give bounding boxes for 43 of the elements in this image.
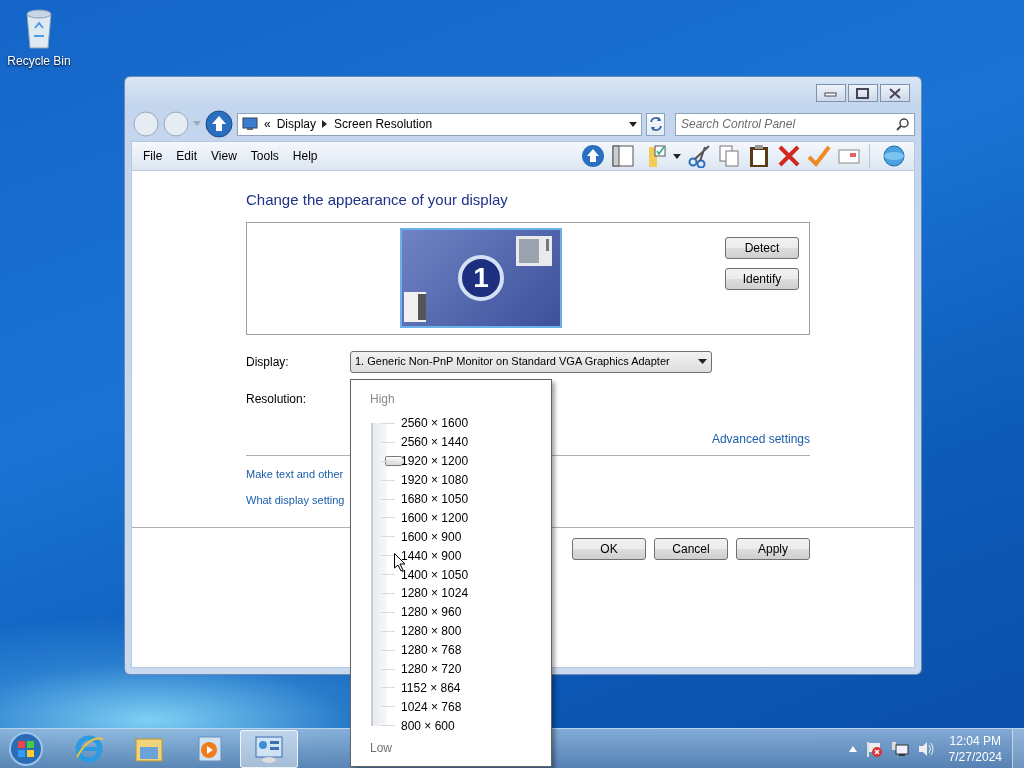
page-heading: Change the appearance of your display (246, 190, 509, 210)
monitor-tile[interactable]: 1 (400, 228, 562, 328)
menu-item[interactable]: Tools (243, 145, 286, 167)
slider-label: High (369, 391, 396, 408)
display-dropdown[interactable]: 1. Generic Non-PnP Monitor on Standard VGA Graphics Adapter (350, 350, 712, 373)
resolution-option[interactable]: 1920 × 1080 (401, 471, 469, 490)
desktop-icon-label: Recycle Bin (7, 53, 71, 70)
help-link[interactable]: What display setting (246, 492, 345, 509)
resolution-option[interactable]: 1680 × 1050 (401, 490, 469, 508)
monitor-number: 1 (473, 261, 489, 295)
field-label: Resolution: (246, 390, 307, 408)
resolution-option[interactable]: 2560 × 1440 (401, 433, 469, 452)
resolution-option[interactable]: 1600 × 900 (401, 527, 462, 546)
dialog-button[interactable]: Apply (736, 537, 810, 560)
search-field[interactable]: Search Control Panel (675, 112, 915, 136)
resolution-option[interactable]: 1400 × 1050 (401, 565, 469, 584)
breadcrumb-separator: « (264, 116, 271, 133)
resolution-option[interactable]: 1280 × 768 (401, 641, 462, 660)
resolution-option[interactable]: 1152 × 864 (401, 678, 461, 697)
resolution-option[interactable]: 2560 × 1600 (401, 414, 469, 433)
side-button[interactable]: Identify (725, 267, 799, 290)
resolution-option[interactable]: 1280 × 960 (401, 603, 462, 622)
resolution-option[interactable]: 1600 × 1200 (401, 508, 469, 527)
resolution-option[interactable]: 1280 × 800 (401, 622, 462, 641)
resolution-option[interactable]: 1280 × 1024 (401, 584, 469, 603)
menu-item[interactable]: View (204, 145, 244, 167)
dialog-button[interactable]: OK (572, 537, 646, 560)
menu-item[interactable]: Edit (169, 145, 205, 167)
resolution-option[interactable]: 1024 × 768 (401, 697, 462, 716)
resolution-option[interactable]: 800 × 600 (401, 716, 455, 735)
menu-item[interactable]: File (136, 145, 170, 167)
address-bar[interactable]: « Display Screen Resolution (237, 112, 642, 136)
dialog-button[interactable]: Cancel (654, 537, 728, 560)
resolution-option[interactable]: 1280 × 720 (401, 660, 462, 678)
slider-label: Low (369, 740, 393, 758)
breadcrumb[interactable]: Display (276, 115, 317, 133)
field-label: Display: (246, 353, 290, 371)
help-link[interactable]: Make text and other (246, 465, 344, 482)
menu-item[interactable]: Help (285, 145, 325, 167)
resolution-option[interactable]: 1920 × 1200 (401, 452, 469, 471)
breadcrumb[interactable]: Screen Resolution (334, 115, 433, 133)
advanced-settings-link[interactable]: Advanced settings (711, 429, 810, 448)
side-button[interactable]: Detect (725, 236, 799, 259)
